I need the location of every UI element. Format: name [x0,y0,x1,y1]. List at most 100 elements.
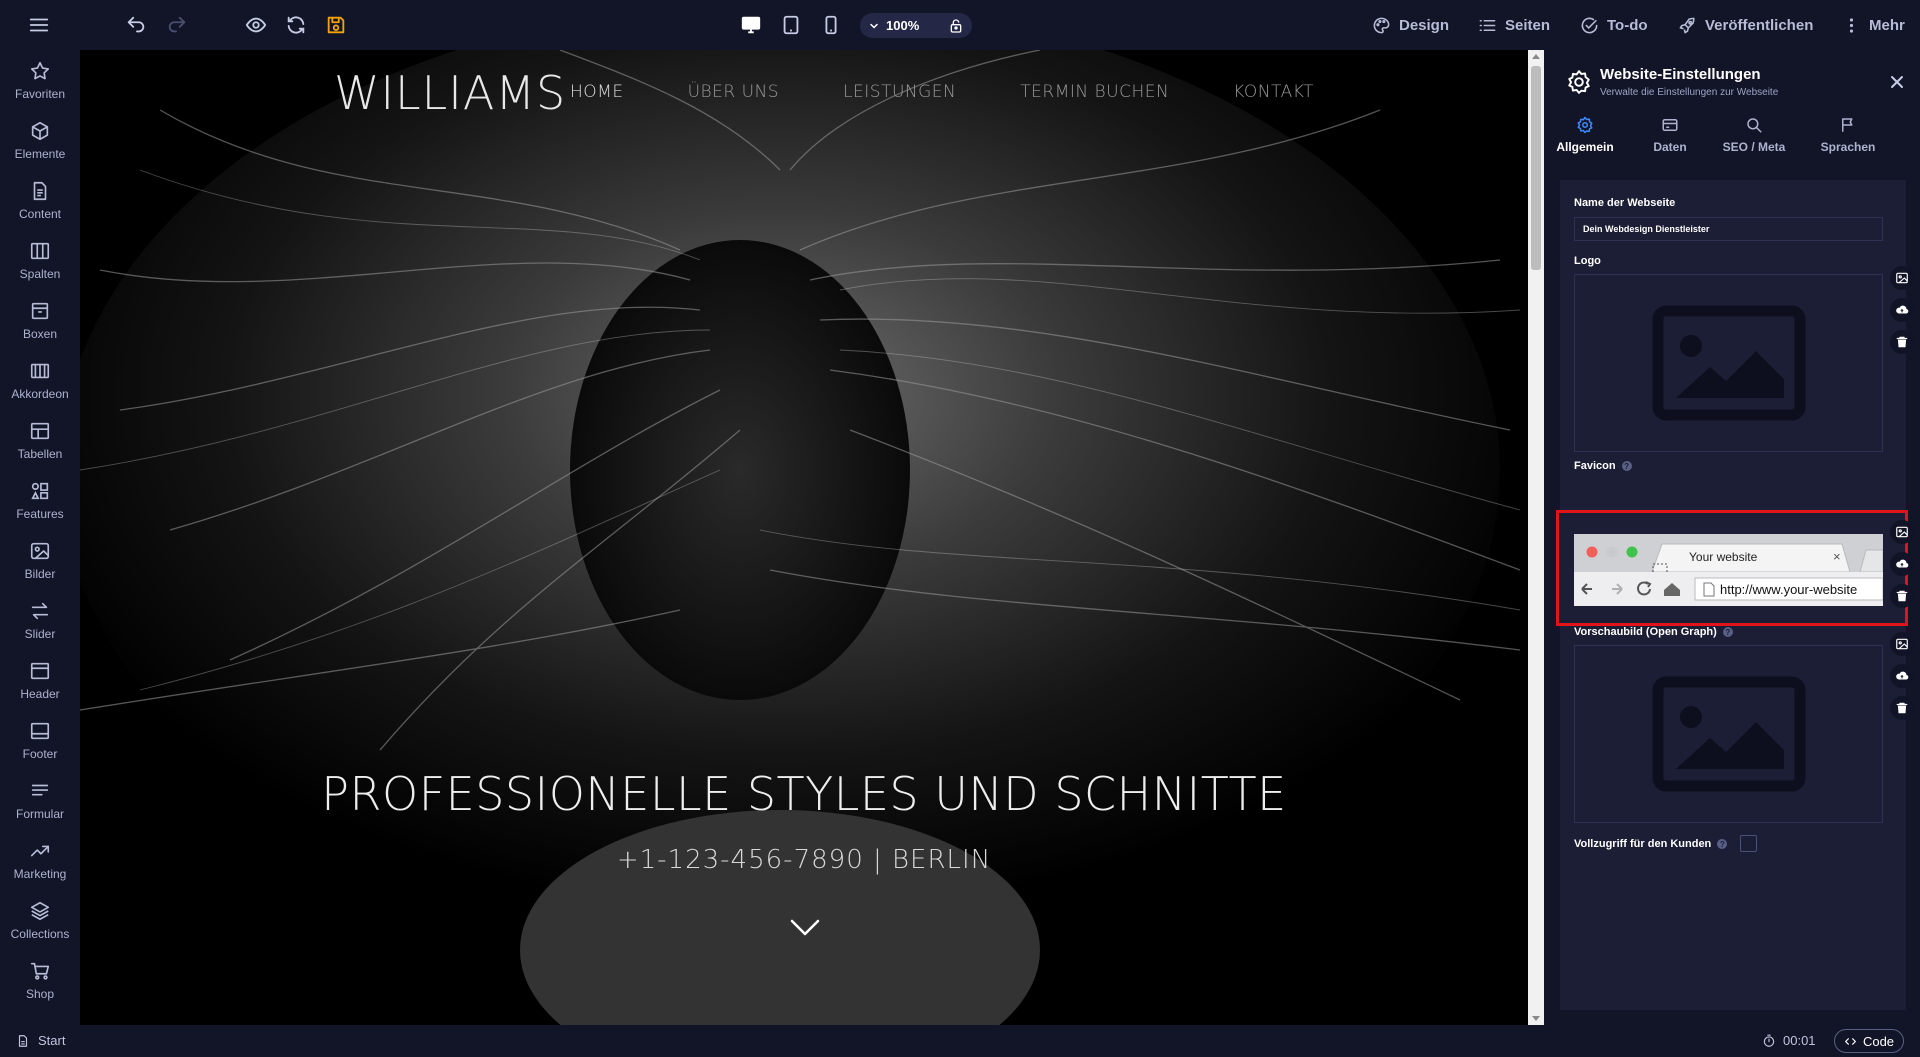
logo-choose-image-icon[interactable] [1890,266,1914,290]
website-canvas[interactable]: WILLIAMS HOME ÜBER UNS LEISTUNGEN TERMIN… [80,50,1528,1025]
pages-button[interactable]: Seiten [1478,0,1550,50]
favicon-preview[interactable]: Your website × http://www.your-website [1574,534,1883,606]
preview-eye-icon[interactable] [245,11,267,39]
sidebar-item-label: Content [18,206,62,221]
og-delete-icon[interactable] [1890,696,1914,720]
site-name-input[interactable] [1574,217,1883,241]
sidebar-item-label: Elemente [14,146,66,161]
scroll-down-chevron-icon[interactable] [789,918,821,938]
tab-daten[interactable]: Daten [1630,116,1710,154]
save-icon[interactable] [325,11,347,39]
site-nav-services[interactable]: LEISTUNGEN [843,82,956,102]
og-image-dropzone[interactable] [1574,645,1883,823]
bottom-status-bar: Start 00:01 Code [0,1025,1920,1057]
sidebar-item-bilder[interactable]: Bilder [0,530,80,590]
sidebar-item-boxen[interactable]: Boxen [0,290,80,350]
refresh-icon[interactable] [285,11,307,39]
favicon-label: Favicon ? [1574,460,1632,472]
site-nav-home[interactable]: HOME [570,82,624,102]
settings-gear-icon [1568,70,1590,94]
sidebar-item-formular[interactable]: Formular [0,770,80,830]
site-nav-contact[interactable]: KONTAKT [1233,82,1314,102]
sidebar-item-content[interactable]: Content [0,170,80,230]
sidebar-item-label: Boxen [22,326,58,341]
sidebar-item-features[interactable]: Features [0,470,80,530]
canvas-scrollbar[interactable] [1528,50,1544,1025]
sidebar-item-favoriten[interactable]: Favoriten [0,50,80,110]
site-nav-about[interactable]: ÜBER UNS [688,82,779,102]
browser-tab-close: × [1833,549,1841,564]
sidebar-item-collections[interactable]: Collections [0,890,80,950]
scroll-up-arrow-icon[interactable] [1532,54,1540,59]
rocket-icon [1679,17,1695,33]
zoom-control[interactable]: 100% [860,13,972,38]
sidebar-item-label: Features [16,506,64,521]
tab-allgemein[interactable]: Allgemein [1545,116,1625,154]
favicon-upload-icon[interactable] [1890,552,1914,576]
sidebar-item-marketing[interactable]: Marketing [0,830,80,890]
site-nav-booking[interactable]: TERMIN BUCHEN [1020,82,1169,102]
sidebar-item-label: Tabellen [17,446,63,461]
undo-icon[interactable] [125,11,147,39]
design-button[interactable]: Design [1372,0,1449,50]
logo-dropzone[interactable] [1574,274,1883,452]
redo-icon[interactable] [166,11,188,39]
favicon-help-icon[interactable]: ? [1621,461,1632,471]
panel-title: Website-Einstellungen [1600,66,1761,83]
lock-icon[interactable] [948,18,964,34]
device-switcher [736,10,846,40]
more-button[interactable]: Mehr [1842,0,1905,50]
full-access-checkbox[interactable] [1740,835,1757,852]
sidebar-item-elemente[interactable]: Elemente [0,110,80,170]
sidebar-item-slider[interactable]: Slider [0,590,80,650]
sidebar-item-spalten[interactable]: Spalten [0,230,80,290]
logo-delete-icon[interactable] [1890,330,1914,354]
sidebar-item-label: Spalten [19,266,61,281]
og-upload-icon[interactable] [1890,664,1914,688]
chevron-down-icon [870,23,878,29]
cart-icon [30,962,50,980]
box-icon [31,302,49,319]
tab-seo-meta[interactable]: SEO / Meta [1714,116,1794,154]
og-image-actions [1890,632,1914,720]
mobile-view-icon[interactable] [816,10,846,40]
tablet-view-icon[interactable] [776,10,806,40]
sidebar-item-label: Slider [24,626,56,641]
sidebar-item-footer[interactable]: Footer [0,710,80,770]
trend-icon [30,845,50,856]
pages-label: Seiten [1505,16,1551,34]
close-icon[interactable] [1890,75,1904,89]
tab-sprachen[interactable]: Sprachen [1808,116,1888,154]
image-icon [30,542,50,559]
hero-headline[interactable]: PROFESSIONELLE STYLES UND SCHNITTE [80,767,1528,821]
favicon-delete-icon[interactable] [1890,584,1914,608]
sidebar-item-label: Footer [22,746,58,761]
og-choose-image-icon[interactable] [1890,632,1914,656]
scroll-down-arrow-icon[interactable] [1532,1016,1540,1021]
vertical-dots-icon [1849,17,1854,33]
desktop-view-icon[interactable] [736,10,766,40]
tab-label: Daten [1653,140,1687,154]
full-access-label: Vollzugriff für den Kunden ? [1574,838,1728,850]
hero-subline[interactable]: +1-123-456-7890 | BERLIN [80,845,1528,875]
sidebar-item-akkordeon[interactable]: Akkordeon [0,350,80,410]
full-access-help-icon[interactable]: ? [1717,839,1728,849]
favicon-choose-image-icon[interactable] [1890,520,1914,544]
code-button[interactable]: Code [1834,1029,1904,1053]
og-image-label-text: Vorschaubild (Open Graph) [1574,626,1717,638]
logo-upload-icon[interactable] [1890,298,1914,322]
footer-icon [30,722,50,739]
sidebar-item-tabellen[interactable]: Tabellen [0,410,80,470]
scrollbar-thumb[interactable] [1531,66,1541,270]
og-image-help-icon[interactable]: ? [1722,627,1733,637]
features-icon [31,482,49,499]
hamburger-menu-icon[interactable] [28,11,50,39]
logo-label: Logo [1574,255,1601,267]
sidebar-item-header[interactable]: Header [0,650,80,710]
start-page-link[interactable]: Start [16,1033,65,1048]
publish-button[interactable]: Veröffentlichen [1678,0,1813,50]
sidebar-item-shop[interactable]: Shop [0,950,80,1010]
site-logo[interactable]: WILLIAMS [334,66,566,120]
flag-icon [1842,118,1853,132]
todo-button[interactable]: To-do [1580,0,1648,50]
